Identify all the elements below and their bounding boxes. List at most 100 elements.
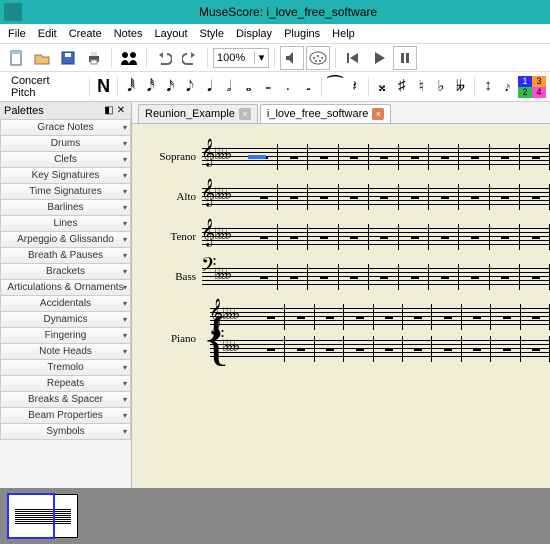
menu-style[interactable]: Style <box>194 26 230 42</box>
play-button[interactable] <box>367 46 391 70</box>
part-label: Alto <box>142 191 202 203</box>
navigator-page-thumb[interactable] <box>8 494 78 538</box>
menu-layout[interactable]: Layout <box>148 26 193 42</box>
close-icon[interactable]: × <box>239 108 251 120</box>
palette-drums[interactable]: Drums▾ <box>0 136 131 152</box>
palettes-panel: Palettes ◧ ✕ Grace Notes▾Drums▾Clefs▾Key… <box>0 102 132 488</box>
flat-button[interactable]: ♭ <box>432 75 451 99</box>
palette-note-heads[interactable]: Note Heads▾ <box>0 344 131 360</box>
menu-display[interactable]: Display <box>230 26 278 42</box>
palette-brackets[interactable]: Brackets▾ <box>0 264 131 280</box>
palette-breaks-spacer[interactable]: Breaks & Spacer▾ <box>0 392 131 408</box>
zoom-dropdown-icon[interactable]: ▾ <box>254 51 268 64</box>
palette-key-signatures[interactable]: Key Signatures▾ <box>0 168 131 184</box>
duration-half[interactable]: 𝅗𝅥 <box>220 75 239 99</box>
tab-label: Reunion_Example <box>145 108 235 120</box>
sound-button[interactable] <box>280 46 304 70</box>
voice-selector[interactable]: 1 3 2 4 <box>518 76 546 98</box>
window-title: MuseScore: i_love_free_software <box>26 5 550 19</box>
chevron-down-icon: ▾ <box>123 347 127 356</box>
flip-button[interactable]: ↕ <box>479 75 498 99</box>
tie-button[interactable]: ⁀ <box>326 75 345 99</box>
tab-i_love_free_software[interactable]: i_love_free_software× <box>260 104 392 123</box>
concert-pitch-button[interactable]: Concert Pitch <box>4 72 79 102</box>
workspace: Palettes ◧ ✕ Grace Notes▾Drums▾Clefs▾Key… <box>0 102 550 488</box>
palette-accidentals[interactable]: Accidentals▾ <box>0 296 131 312</box>
palette-clefs[interactable]: Clefs▾ <box>0 152 131 168</box>
note-toolbar: Concert Pitch N 𝅘𝅥𝅱 𝅘𝅥𝅰 𝅘𝅥𝅯 𝅘𝅥𝅮 𝅘𝅥 𝅗𝅥 𝅝 … <box>0 72 550 102</box>
palette-breath-pauses[interactable]: Breath & Pauses▾ <box>0 248 131 264</box>
double-sharp-button[interactable]: 𝄪 <box>373 75 392 99</box>
palette-articulations-ornaments[interactable]: Articulations & Ornaments▾ <box>0 280 131 296</box>
rest-button[interactable]: 𝄽 <box>345 75 364 99</box>
rewind-button[interactable] <box>341 46 365 70</box>
part-alto: Alto𝄞♭♭♭♭ <box>142 184 550 210</box>
palette-time-signatures[interactable]: Time Signatures▾ <box>0 184 131 200</box>
chevron-down-icon: ▾ <box>123 331 127 340</box>
save-button[interactable] <box>56 46 80 70</box>
palette-symbols[interactable]: Symbols▾ <box>0 424 131 440</box>
menu-edit[interactable]: Edit <box>32 26 63 42</box>
tab-reunion_example[interactable]: Reunion_Example × <box>138 104 258 123</box>
menu-notes[interactable]: Notes <box>108 26 149 42</box>
double-flat-button[interactable]: 𝄫 <box>451 75 470 99</box>
duration-quarter[interactable]: 𝅘𝅥 <box>200 75 219 99</box>
redo-button[interactable] <box>178 46 202 70</box>
titlebar: MuseScore: i_love_free_software <box>0 0 550 24</box>
palette-barlines[interactable]: Barlines▾ <box>0 200 131 216</box>
palettes-close-icon[interactable]: ✕ <box>115 105 127 117</box>
duration-16th[interactable]: 𝅘𝅥𝅯 <box>161 75 180 99</box>
appoggiatura-button[interactable]: 𝆔 <box>498 75 517 99</box>
chevron-down-icon: ▾ <box>123 411 127 420</box>
dot-button[interactable]: . <box>279 75 298 99</box>
double-dot-button[interactable]: .. <box>298 75 317 99</box>
zoom-input[interactable] <box>214 52 254 64</box>
palette-dynamics[interactable]: Dynamics▾ <box>0 312 131 328</box>
sharp-button[interactable]: ♯ <box>392 75 411 99</box>
duration-8th[interactable]: 𝅘𝅥𝅮 <box>181 75 200 99</box>
palettes-undock-icon[interactable]: ◧ <box>103 105 115 117</box>
palette-beam-properties[interactable]: Beam Properties▾ <box>0 408 131 424</box>
pause-button[interactable] <box>393 46 417 70</box>
note-input-button[interactable]: N <box>94 75 113 99</box>
chevron-down-icon: ▾ <box>123 299 127 308</box>
community-button[interactable] <box>117 46 141 70</box>
palette-fingering[interactable]: Fingering▾ <box>0 328 131 344</box>
chevron-down-icon: ▾ <box>123 267 127 276</box>
palette-grace-notes[interactable]: Grace Notes▾ <box>0 120 131 136</box>
palette-lines[interactable]: Lines▾ <box>0 216 131 232</box>
midi-button[interactable] <box>306 46 330 70</box>
duration-64th[interactable]: 𝅘𝅥𝅱 <box>122 75 141 99</box>
palette-tremolo[interactable]: Tremolo▾ <box>0 360 131 376</box>
navigator[interactable] <box>0 488 550 544</box>
palette-arpeggio-glissando[interactable]: Arpeggio & Glissando▾ <box>0 232 131 248</box>
chevron-down-icon: ▾ <box>123 363 127 372</box>
edit-cursor <box>248 155 266 159</box>
app-icon <box>4 3 22 21</box>
palette-repeats[interactable]: Repeats▾ <box>0 376 131 392</box>
menu-plugins[interactable]: Plugins <box>278 26 326 42</box>
natural-button[interactable]: ♮ <box>412 75 431 99</box>
chevron-down-icon: ▾ <box>123 283 127 292</box>
zoom-combo[interactable]: ▾ <box>213 48 269 68</box>
voice-1[interactable]: 1 <box>518 76 532 87</box>
part-label: Tenor <box>142 231 202 243</box>
chevron-down-icon: ▾ <box>123 203 127 212</box>
open-file-button[interactable] <box>30 46 54 70</box>
voice-2[interactable]: 2 <box>518 87 532 98</box>
voice-3[interactable]: 3 <box>532 76 546 87</box>
menu-file[interactable]: File <box>2 26 32 42</box>
menu-create[interactable]: Create <box>63 26 108 42</box>
menu-help[interactable]: Help <box>326 26 361 42</box>
voice-4[interactable]: 4 <box>532 87 546 98</box>
duration-whole[interactable]: 𝅝 <box>239 75 258 99</box>
score-canvas[interactable]: Soprano𝄞♭♭♭♭Alto𝄞♭♭♭♭Tenor𝄞♭♭♭♭Bass𝄢♭♭♭♭… <box>132 124 550 488</box>
print-button[interactable] <box>82 46 106 70</box>
navigator-viewport[interactable] <box>7 493 55 539</box>
undo-button[interactable] <box>152 46 176 70</box>
duration-breve[interactable]: 𝅜 <box>259 75 278 99</box>
menubar: FileEditCreateNotesLayoutStyleDisplayPlu… <box>0 24 550 44</box>
duration-32nd[interactable]: 𝅘𝅥𝅰 <box>141 75 160 99</box>
close-icon[interactable]: × <box>372 108 384 120</box>
new-file-button[interactable] <box>4 46 28 70</box>
